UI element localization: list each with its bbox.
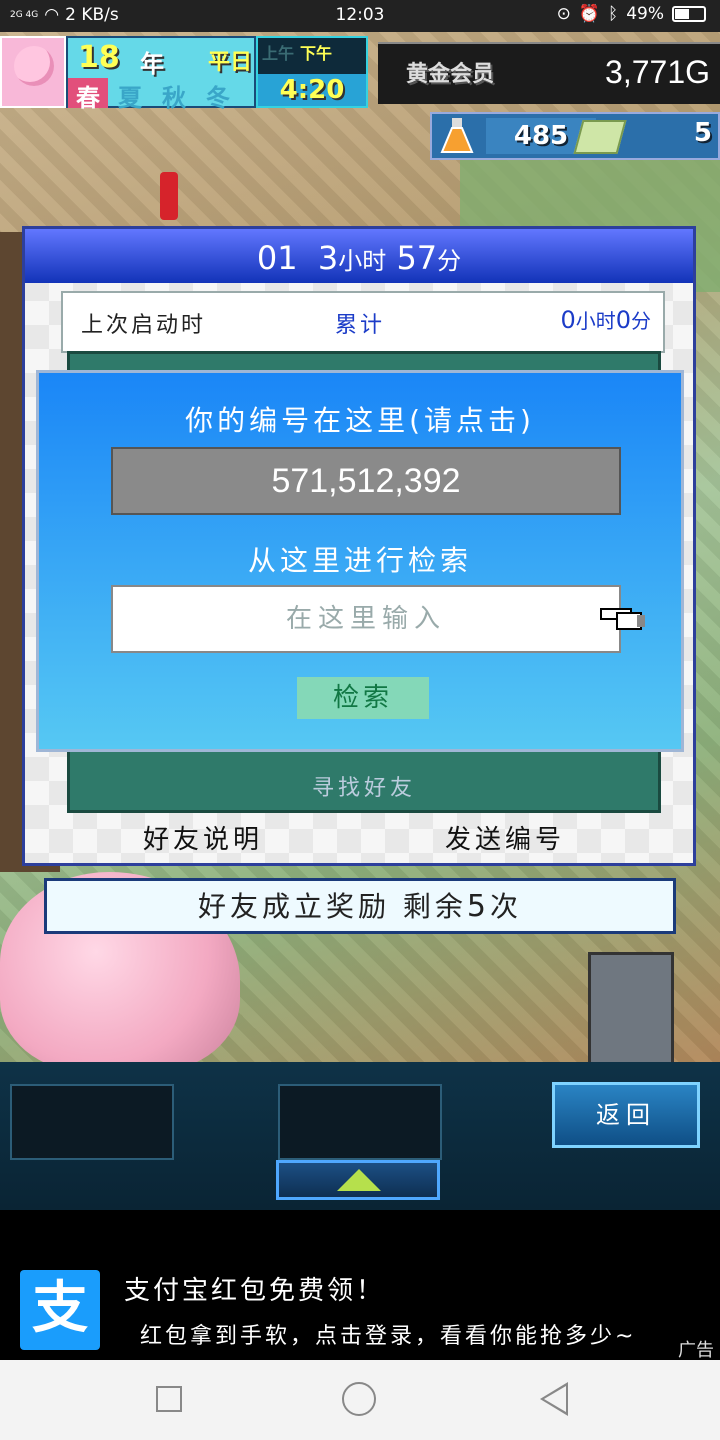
ad-banner[interactable]: 支 支付宝红包免费领！ 红包拿到手软，点击登录，看看你能抢多少~ 广告 bbox=[0, 1210, 720, 1361]
friend-help-button[interactable]: 好友说明 bbox=[143, 819, 263, 856]
title-minutes-unit: 分 bbox=[437, 247, 462, 275]
bluetooth-icon: ᛒ bbox=[608, 4, 619, 24]
flask-icon bbox=[440, 118, 474, 153]
time-box: 上午 下午 4:20 bbox=[256, 36, 368, 108]
blossom-icon bbox=[14, 46, 54, 86]
ad-title[interactable]: 支付宝红包免费领！ bbox=[124, 1270, 385, 1307]
home-button[interactable] bbox=[342, 1382, 376, 1416]
navigation-bar bbox=[0, 1360, 720, 1440]
season-winter: 冬 bbox=[206, 84, 230, 112]
alarm-icon: ⏰ bbox=[578, 4, 600, 24]
panel-title: 01 3小时 57分 bbox=[25, 229, 693, 283]
ad-label: 广告 bbox=[678, 1340, 714, 1361]
gold-box: 黄金会员 3,771G bbox=[378, 42, 720, 104]
search-button[interactable]: 检索 bbox=[297, 677, 429, 719]
send-id-button[interactable]: 发送编号 bbox=[445, 819, 565, 856]
season-indicator: 春 夏 秋 冬 bbox=[68, 78, 240, 112]
reward-count: 5 bbox=[466, 889, 490, 924]
alipay-logo: 支 bbox=[20, 1270, 100, 1350]
total-hours-unit: 小时 bbox=[575, 309, 616, 333]
date-box: 18 年 平日 春 夏 秋 冬 bbox=[66, 36, 256, 112]
up-arrow-icon bbox=[337, 1169, 381, 1191]
pm-label: 下午 bbox=[300, 44, 333, 63]
battery-icon bbox=[672, 6, 706, 22]
hand-pointer-icon bbox=[600, 608, 645, 630]
gold-amount: 3,771G bbox=[605, 54, 710, 90]
reward-label: 好友成立奖励 剩余 bbox=[197, 890, 467, 923]
total-hours: 0 bbox=[560, 306, 576, 334]
game-clock: 4:20 bbox=[258, 74, 366, 106]
lock-rotation-icon: ⊙ bbox=[556, 4, 571, 24]
search-input[interactable]: 在这里输入 bbox=[111, 585, 621, 653]
search-prompt: 从这里进行检索 bbox=[247, 544, 472, 577]
season-autumn: 秋 bbox=[162, 84, 186, 112]
find-friend-button[interactable]: 寻找好友 bbox=[70, 770, 658, 802]
total-label: 累计 bbox=[335, 313, 386, 338]
total-minutes: 0 bbox=[615, 306, 631, 334]
arcade-machine bbox=[588, 952, 674, 1062]
total-minutes-unit: 分 bbox=[631, 309, 651, 333]
my-id-box[interactable]: 571,512,392 bbox=[111, 447, 621, 515]
friend-id-dialog: 你的编号在这里(请点击) 571,512,392 从这里进行检索 在这里输入 检… bbox=[36, 370, 684, 752]
nav-back-button[interactable] bbox=[540, 1382, 568, 1416]
expand-menu-button[interactable] bbox=[276, 1160, 440, 1200]
ticket-icon bbox=[573, 120, 627, 154]
title-id: 01 bbox=[256, 239, 298, 277]
launch-info: 上次启动时 累计 0小时0分 bbox=[61, 291, 665, 353]
toolbar-slot-1[interactable] bbox=[10, 1084, 174, 1160]
friend-reward-banner: 好友成立奖励 剩余5次 bbox=[44, 878, 676, 934]
title-hours: 3 bbox=[317, 239, 339, 277]
year-number: 18 bbox=[78, 40, 120, 75]
game-toolbar: 返回 bbox=[0, 1062, 720, 1210]
last-launch-label: 上次启动时 bbox=[81, 313, 207, 338]
status-bar: 2G 4G ◠ 2 KB/s 12:03 ⊙ ⏰ ᛒ 49% bbox=[0, 0, 720, 32]
toolbar-slot-2[interactable] bbox=[278, 1084, 442, 1160]
season-spring: 春 bbox=[68, 78, 108, 112]
title-hours-unit: 小时 bbox=[338, 247, 387, 275]
recent-apps-button[interactable] bbox=[156, 1386, 182, 1412]
season-avatar[interactable] bbox=[0, 36, 66, 108]
top-hud: 18 年 平日 春 夏 秋 冬 上午 下午 4:20 黄金会员 3,771G bbox=[0, 36, 720, 112]
back-button[interactable]: 返回 bbox=[552, 1082, 700, 1148]
ticket-count: 5 bbox=[693, 118, 712, 148]
day-type: 平日 bbox=[208, 50, 253, 75]
id-prompt: 你的编号在这里(请点击) bbox=[185, 404, 535, 437]
resource-bar: 485 5 bbox=[430, 112, 720, 160]
season-summer: 夏 bbox=[118, 84, 142, 112]
fire-extinguisher bbox=[160, 172, 178, 220]
reward-unit: 次 bbox=[489, 890, 522, 923]
year-unit: 年 bbox=[140, 50, 164, 78]
title-minutes: 57 bbox=[396, 239, 438, 277]
ad-description: 红包拿到手软，点击登录，看看你能抢多少~ bbox=[140, 1324, 637, 1349]
total-time: 0小时0分 bbox=[560, 305, 651, 334]
member-label: 黄金会员 bbox=[406, 62, 495, 87]
battery-percent: 49% bbox=[626, 4, 664, 24]
am-label: 上午 bbox=[262, 44, 295, 63]
